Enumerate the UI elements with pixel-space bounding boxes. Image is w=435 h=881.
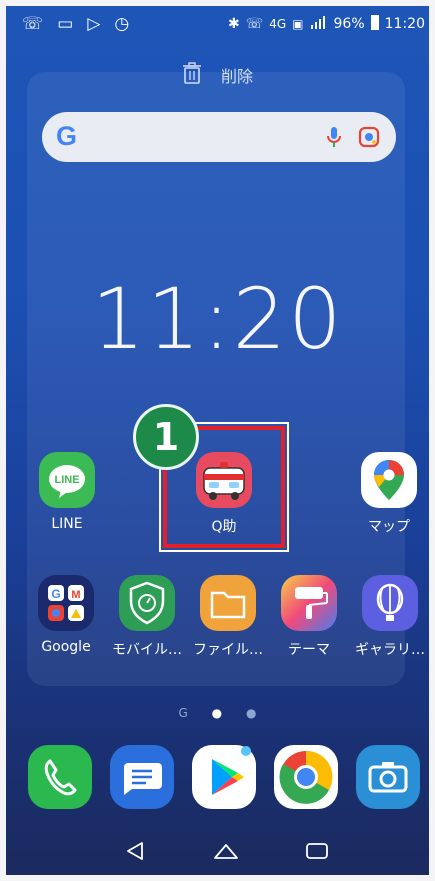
back-button[interactable] [124, 840, 146, 866]
image-icon: ▭ [57, 14, 74, 34]
status-bar: ☏ ▭ ▷ ◷ ✱ ☏ 4G ▣ 96% 11:20 [0, 12, 435, 38]
svg-text:LINE: LINE [54, 474, 79, 486]
play-icon: ▷ [87, 14, 101, 34]
clock-widget[interactable]: 11:20 [0, 270, 435, 368]
network-label: 4G [269, 17, 287, 31]
recents-button[interactable] [305, 840, 329, 866]
dock-messages[interactable] [102, 745, 182, 809]
google-discover-dot: G [178, 706, 188, 720]
app-label: Google [41, 639, 91, 655]
files-icon [200, 575, 256, 631]
timer-icon: ◷ [114, 14, 130, 34]
battery-percent: 96% [333, 16, 365, 32]
dock-play-store[interactable] [184, 745, 264, 809]
mic-icon[interactable] [326, 126, 342, 152]
battery-icon [370, 14, 379, 34]
app-label: マップ [368, 519, 410, 535]
navigation-bar [0, 838, 435, 874]
delete-target[interactable]: 削除 [0, 62, 435, 88]
play-store-icon [192, 745, 256, 809]
app-label: モバイル… [112, 642, 182, 658]
svg-text:G: G [51, 587, 60, 601]
trash-icon [182, 62, 202, 88]
app-gallery[interactable]: ギャラリ… [350, 575, 430, 659]
call-icon: ☏ [22, 14, 44, 34]
google-folder-icon: GM [38, 575, 94, 631]
notification-icons: ☏ ▭ ▷ ◷ [22, 14, 129, 34]
app-label: ファイル… [193, 642, 263, 658]
google-g-icon: G [56, 121, 78, 151]
dock-chrome[interactable] [266, 745, 346, 809]
dock-phone[interactable] [20, 745, 100, 809]
step-number-badge: 1 [133, 404, 199, 470]
page-indicator[interactable]: G ● ● [0, 706, 435, 720]
gallery-icon [362, 575, 418, 631]
app-label: ギャラリ… [355, 642, 425, 658]
page-dot: ● [245, 706, 257, 720]
app-google-folder[interactable]: GM Google [26, 575, 106, 655]
chrome-icon [274, 745, 338, 809]
app-maps[interactable]: マップ [349, 452, 429, 536]
system-status: ✱ ☏ 4G ▣ 96% 11:20 [228, 14, 425, 34]
mobile-security-icon [119, 575, 175, 631]
camera-icon [356, 745, 420, 809]
app-line[interactable]: LINE LINE [27, 452, 107, 532]
bluetooth-icon: ✱ [227, 16, 240, 32]
theme-icon [281, 575, 337, 631]
svg-text:M: M [71, 589, 80, 601]
volte-icon: ▣ [292, 17, 304, 31]
dock-camera[interactable] [348, 745, 428, 809]
app-label: LINE [51, 516, 83, 532]
app-files[interactable]: ファイル… [188, 575, 268, 659]
app-mobile-security[interactable]: モバイル… [107, 575, 187, 659]
home-button[interactable] [213, 840, 239, 866]
google-search-bar[interactable]: G [42, 112, 396, 162]
call-status-icon: ☏ [245, 16, 264, 32]
line-icon: LINE [39, 452, 95, 508]
messages-icon [110, 745, 174, 809]
phone-icon [28, 745, 92, 809]
status-time: 11:20 [384, 16, 425, 32]
app-label: テーマ [288, 642, 330, 658]
delete-label: 削除 [221, 67, 254, 86]
maps-icon [361, 452, 417, 508]
page-dot-active: ● [211, 706, 223, 720]
app-theme[interactable]: テーマ [269, 575, 349, 659]
signal-icon [310, 15, 328, 33]
lens-icon[interactable] [358, 126, 380, 152]
